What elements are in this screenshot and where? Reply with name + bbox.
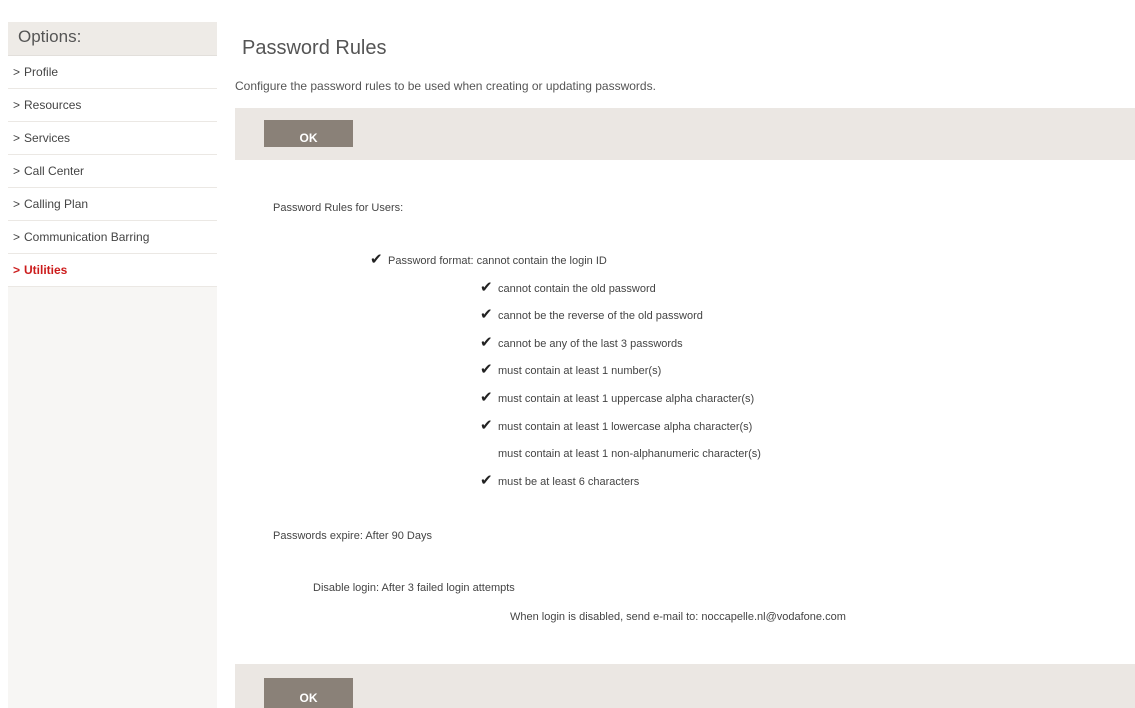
password-rule-row: ✔must contain at least 1 non-alphanumeri… <box>480 444 761 460</box>
sidebar-header: Options: <box>8 22 217 56</box>
sidebar-item-utilities[interactable]: > Utilities <box>8 254 217 287</box>
disable-login-row: Disable login: After 3 failed login atte… <box>313 582 515 594</box>
checkmark-icon: ✔ <box>370 250 383 268</box>
page: Options: > Profile > Resources > Services > Cal… <box>0 0 1135 708</box>
main-content: Password Rules Configure the password ru… <box>235 22 1135 708</box>
bottom-button-bar: OK <box>235 664 1135 708</box>
options-sidebar: Options: > Profile > Resources > Services > Cal… <box>8 22 217 708</box>
chevron-right-icon: > <box>13 263 21 277</box>
password-rule-row: ✔ must contain at least 1 lowercase alpha… <box>480 417 752 433</box>
checkmark-icon: ✔ <box>480 332 493 351</box>
password-rule-text: cannot be the reverse of the old passwor… <box>498 310 703 323</box>
sidebar-item-communication-barring[interactable]: > Communication Barring <box>8 221 217 254</box>
password-rule-row: ✔ cannot be the reverse of the old passwo… <box>480 306 703 322</box>
top-button-bar: OK <box>235 108 1135 160</box>
password-rule-row: ✔ must be at least 6 characters <box>480 472 639 488</box>
chevron-right-icon: > <box>13 230 21 244</box>
password-rule-row: ✔ must contain at least 1 uppercase alpha… <box>480 389 754 405</box>
expire-row: Passwords expire: After 90 Days <box>273 530 432 542</box>
checkmark-icon: ✔ <box>480 277 493 296</box>
sidebar-item-label: Resources <box>24 98 82 112</box>
password-rule-text: must contain at least 1 non-alphanumeric… <box>498 448 761 461</box>
chevron-right-icon: > <box>13 197 21 211</box>
disable-login-label: Disable login: <box>313 582 380 594</box>
checkmark-icon: ✔ <box>480 305 493 324</box>
chevron-right-icon: > <box>13 164 21 178</box>
page-title: Password Rules <box>242 37 387 59</box>
password-rule-row: ✔ must contain at least 1 number(s) <box>480 361 661 377</box>
sidebar-item-services[interactable]: > Services <box>8 122 217 155</box>
checkmark-icon: ✔ <box>480 388 493 406</box>
password-rule-text: must be at least 6 characters <box>498 475 640 488</box>
chevron-right-icon: > <box>13 131 21 145</box>
sidebar-item-label: Profile <box>24 65 59 79</box>
chevron-right-icon: > <box>13 98 21 112</box>
sidebar-item-profile[interactable]: > Profile <box>8 56 217 89</box>
sidebar-item-label: Call Center <box>24 164 85 178</box>
disabled-email-row: When login is disabled, send e-mail to: … <box>510 611 846 623</box>
disabled-email-label: When login is disabled, send e-mail to: <box>510 611 699 623</box>
password-rule-row: ✔ Password format: cannot contain the logi… <box>370 251 607 267</box>
password-rule-text: must contain at least 1 number(s) <box>498 365 662 378</box>
sidebar-item-label: Utilities <box>24 263 68 277</box>
password-rule-row: ✔ cannot contain the old password <box>480 279 656 295</box>
checkmark-icon: ✔ <box>480 415 493 434</box>
page-description: Configure the password rules to be used … <box>235 79 656 93</box>
sidebar-item-calling-plan[interactable]: > Calling Plan <box>8 188 217 221</box>
expire-value: After 90 Days <box>365 530 432 542</box>
password-rule-text: must contain at least 1 lowercase alpha … <box>498 420 753 433</box>
disabled-email-value: noccapelle.nl@vodafone.com <box>701 611 846 623</box>
password-rule-text: must contain at least 1 uppercase alpha … <box>498 393 755 405</box>
checkmark-icon: ✔ <box>480 360 493 379</box>
password-rule-text: cannot contain the old password <box>498 282 656 295</box>
disable-login-value: After 3 failed login attempts <box>381 582 515 594</box>
sidebar-item-label: Calling Plan <box>24 197 89 211</box>
password-rule-text: cannot be any of the last 3 passwords <box>498 337 683 350</box>
sidebar-item-call-center[interactable]: > Call Center <box>8 155 217 188</box>
expire-label: Passwords expire: <box>273 530 363 542</box>
chevron-right-icon: > <box>13 65 21 79</box>
password-rule-row: ✔ cannot be any of the last 3 passwords <box>480 334 683 350</box>
sidebar-item-label: Services <box>24 131 71 145</box>
password-format-label: Password format: <box>388 255 474 267</box>
ok-button-top[interactable]: OK <box>264 120 353 147</box>
sidebar-item-label: Communication Barring <box>24 230 150 244</box>
sidebar-item-resources[interactable]: > Resources <box>8 89 217 122</box>
ok-button-bottom[interactable]: OK <box>264 678 353 708</box>
sidebar-list: > Profile > Resources > Services > Call Center >… <box>8 56 217 287</box>
checkmark-icon: ✔ <box>480 470 493 489</box>
section-label: Password Rules for Users: <box>273 202 404 214</box>
password-rule-text: cannot contain the login ID <box>476 255 607 267</box>
